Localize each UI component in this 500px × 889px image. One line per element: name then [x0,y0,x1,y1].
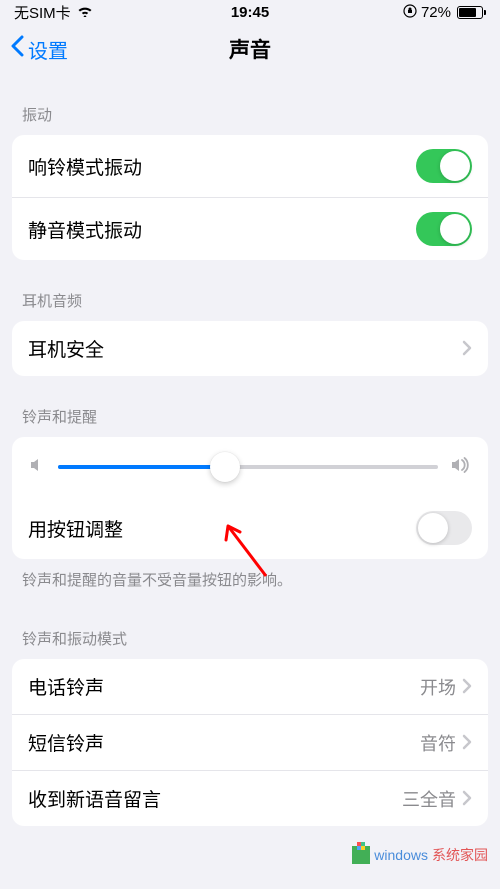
nav-bar: 设置 声音 [0,24,500,74]
back-button[interactable]: 设置 [10,35,68,64]
row-label: 收到新语音留言 [28,785,402,812]
group-vibration: 响铃模式振动 静音模式振动 [12,135,488,260]
volume-slider[interactable] [58,465,438,469]
volume-high-icon [450,456,472,479]
watermark-logo-icon [352,846,370,864]
row-change-with-buttons[interactable]: 用按钮调整 [12,497,488,559]
orientation-lock-icon [403,4,417,21]
row-text-tone[interactable]: 短信铃声 音符 [12,714,488,770]
row-value: 三全音 [402,786,456,812]
carrier-text: 无SIM卡 [14,2,71,23]
battery-icon [455,6,486,19]
row-label: 耳机安全 [28,335,462,362]
row-value: 音符 [420,730,456,756]
group-ringer: 用按钮调整 [12,437,488,559]
chevron-right-icon [462,674,472,700]
chevron-right-icon [462,336,472,362]
chevron-right-icon [462,786,472,812]
row-silent-vibrate[interactable]: 静音模式振动 [12,197,488,260]
row-value: 开场 [420,674,456,700]
row-label: 静音模式振动 [28,216,416,243]
watermark-text: windows [374,847,428,863]
row-voicemail[interactable]: 收到新语音留言 三全音 [12,770,488,826]
settings-content: 振动 响铃模式振动 静音模式振动 耳机音频 耳机安全 铃声和提醒 [0,74,500,826]
group-sounds: 电话铃声 开场 短信铃声 音符 收到新语音留言 三全音 [12,659,488,826]
back-label: 设置 [28,35,68,64]
section-header-sounds: 铃声和振动模式 [0,598,500,659]
toggle-change-with-buttons[interactable] [416,511,472,545]
volume-low-icon [28,456,46,479]
battery-percent: 72% [421,4,451,21]
status-bar: 无SIM卡 19:45 72% [0,0,500,24]
chevron-left-icon [10,35,24,63]
row-volume-slider [12,437,488,497]
group-headphone: 耳机安全 [12,321,488,376]
section-header-headphone: 耳机音频 [0,260,500,321]
row-label: 电话铃声 [28,673,420,700]
toggle-ring-vibrate[interactable] [416,149,472,183]
row-label: 短信铃声 [28,729,420,756]
status-time: 19:45 [231,4,269,21]
page-title: 声音 [229,34,271,64]
row-headphone-safety[interactable]: 耳机安全 [12,321,488,376]
row-ringtone[interactable]: 电话铃声 开场 [12,659,488,714]
watermark: windows系统家园 [352,845,488,865]
section-header-ringer: 铃声和提醒 [0,376,500,437]
section-footer-ringer: 铃声和提醒的音量不受音量按钮的影响。 [0,559,500,598]
row-ring-vibrate[interactable]: 响铃模式振动 [12,135,488,197]
chevron-right-icon [462,730,472,756]
wifi-icon [77,4,93,21]
row-label: 用按钮调整 [28,515,416,542]
watermark-text: 系统家园 [432,845,488,865]
slider-thumb[interactable] [210,452,240,482]
toggle-silent-vibrate[interactable] [416,212,472,246]
section-header-vibration: 振动 [0,74,500,135]
row-label: 响铃模式振动 [28,153,416,180]
